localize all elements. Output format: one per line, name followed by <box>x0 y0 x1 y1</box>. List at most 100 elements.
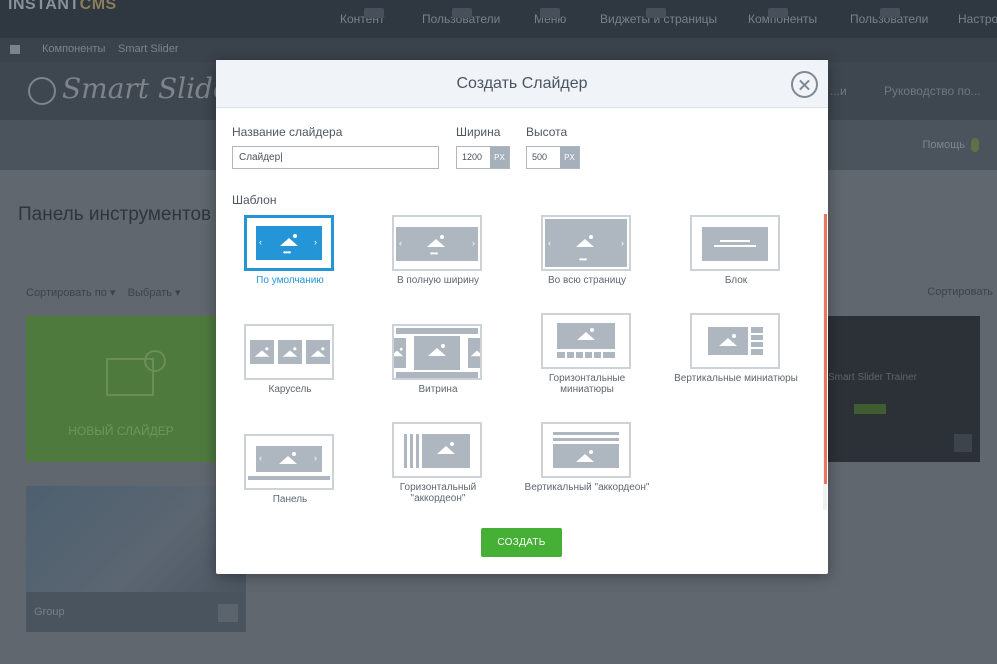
image-icon <box>280 234 298 246</box>
users-icon <box>452 8 472 18</box>
template-thumb-full-width: ‹ › •••• <box>392 215 482 271</box>
home-icon[interactable] <box>10 45 20 54</box>
slider-name-input[interactable]: Слайдер| <box>232 146 439 169</box>
plus-icon <box>144 350 166 372</box>
template-vertical-thumbnails[interactable]: Вертикальные миниатюры <box>674 313 798 403</box>
template-thumb-horizontal-thumbnails <box>541 313 631 369</box>
height-field[interactable]: 500 PX <box>526 146 580 169</box>
dialog-header: Создать Слайдер <box>216 60 828 108</box>
slider-card-menu[interactable] <box>954 434 972 452</box>
template-horizontal-thumbnails[interactable]: Горизонтальные миниатюры <box>539 313 639 403</box>
menu-icon <box>540 8 560 18</box>
image-icon <box>279 452 297 464</box>
template-thumb-full-page: ‹ › •••• <box>541 215 631 271</box>
close-icon[interactable] <box>791 71 818 98</box>
template-default[interactable]: ‹ › •••• По умолчанию <box>242 215 342 305</box>
arrow-left-icon: ‹ <box>548 238 551 248</box>
image-icon <box>576 450 594 462</box>
image-icon <box>254 347 270 357</box>
template-label-showcase: Витрина <box>418 384 458 395</box>
arrow-right-icon: › <box>472 238 475 248</box>
topnav-components[interactable]: Компоненты <box>748 8 817 26</box>
ss-nav-item[interactable]: Руководство по... <box>884 84 981 98</box>
arrow-left-icon: ‹ <box>259 237 262 247</box>
image-icon <box>577 328 595 340</box>
template-label-panel: Панель <box>272 494 308 505</box>
template-label-full-width: В полную ширину <box>396 275 480 286</box>
topnav-users-2[interactable]: Пользователи <box>850 8 928 26</box>
image-icon <box>437 442 455 454</box>
template-block[interactable]: Блок <box>688 215 788 305</box>
breadcrumb-item[interactable]: Компоненты <box>42 43 105 55</box>
components-icon <box>768 8 788 18</box>
topnav-settings[interactable]: Настройки <box>958 12 997 26</box>
user-icon <box>880 8 900 18</box>
scrollbar-thumb[interactable] <box>824 214 827 484</box>
ss-nav-item[interactable]: ...и <box>830 84 847 98</box>
page-title: Панель инструментов <box>18 204 212 225</box>
arrow-left-icon: ‹ <box>399 238 402 248</box>
help-link[interactable]: Помощь <box>923 138 979 152</box>
brain-logo-icon <box>28 76 56 105</box>
height-value: 500 <box>532 152 548 162</box>
slider-card-title: Smart Slider Trainer <box>828 372 917 383</box>
breadcrumb: Компоненты Smart Slider <box>0 38 997 62</box>
template-label-full-page: Во всю страницу <box>547 275 627 286</box>
image-icon <box>427 235 445 247</box>
template-thumb-panel: ‹ › <box>244 434 334 490</box>
width-label: Ширина <box>456 125 501 139</box>
template-vertical-accordion[interactable]: Вертикальный "аккордеон" <box>525 422 649 512</box>
app-topbar: INSTANTCMS Контент Пользователи Меню Вид… <box>0 0 997 38</box>
template-horizontal-accordion[interactable]: Горизонтальный "аккордеон" <box>390 422 490 512</box>
height-unit: PX <box>560 147 579 168</box>
template-carousel[interactable]: Карусель <box>242 324 342 414</box>
image-icon <box>282 347 298 357</box>
template-thumb-default: ‹ › •••• <box>244 215 334 271</box>
template-label-vertical-thumbnails: Вертикальные миниатюры <box>674 373 798 384</box>
template-thumb-block <box>690 215 780 271</box>
height-label: Высота <box>526 125 568 139</box>
slider-card[interactable]: Smart Slider Trainer <box>828 316 980 462</box>
template-thumb-horizontal-accordion <box>392 422 482 478</box>
template-label-horizontal-thumbnails: Горизонтальные миниатюры <box>548 373 626 395</box>
template-panel[interactable]: ‹ › Панель <box>242 434 342 524</box>
slider-name-label: Название слайдера <box>232 125 343 139</box>
group-card[interactable]: Group <box>26 486 246 632</box>
dots-icon: •••• <box>579 255 587 264</box>
dialog-title: Создать Слайдер <box>456 75 588 92</box>
template-label: Шаблон <box>232 193 277 207</box>
template-showcase[interactable]: Витрина <box>390 324 490 414</box>
template-label-default: По умолчанию <box>256 275 324 286</box>
group-card-menu[interactable] <box>218 604 238 622</box>
arrow-left-icon: ‹ <box>259 453 262 463</box>
width-field[interactable]: 1200 PX <box>456 146 510 169</box>
template-thumb-showcase <box>392 324 482 380</box>
image-icon <box>719 334 737 346</box>
sort-control[interactable]: Сортировать <box>927 286 993 298</box>
arrow-right-icon: › <box>314 453 317 463</box>
dots-icon: •••• <box>430 249 438 258</box>
new-slider-card[interactable]: НОВЫЙ СЛАЙДЕР <box>26 316 216 462</box>
topnav-widgets[interactable]: Виджеты и страницы <box>600 8 717 26</box>
arrow-right-icon: › <box>314 237 317 247</box>
topnav-menu[interactable]: Меню <box>534 8 566 26</box>
new-slider-label: НОВЫЙ СЛАЙДЕР <box>68 424 174 438</box>
width-unit: PX <box>490 147 509 168</box>
template-label-block: Блок <box>724 275 748 286</box>
app-logo[interactable]: INSTANTCMS <box>8 0 117 14</box>
width-value: 1200 <box>462 152 483 162</box>
template-thumb-carousel <box>244 324 334 380</box>
template-full-page[interactable]: ‹ › •••• Во всю страницу <box>539 215 639 305</box>
topnav-content[interactable]: Контент <box>340 8 384 26</box>
image-icon <box>576 235 594 247</box>
help-icon <box>971 138 979 152</box>
create-button[interactable]: СОЗДАТЬ <box>481 528 562 557</box>
widgets-icon <box>646 8 666 18</box>
group-thumbnail <box>26 486 246 592</box>
breadcrumb-item: Smart Slider <box>118 43 179 55</box>
template-full-width[interactable]: ‹ › •••• В полную ширину <box>390 215 490 305</box>
slider-card-button <box>854 404 886 414</box>
template-label-horizontal-accordion: Горизонтальный "аккордеон" <box>399 482 477 504</box>
filter-bar[interactable]: Сортировать по ▾ Выбрать ▾ <box>26 286 181 299</box>
topnav-users[interactable]: Пользователи <box>422 8 500 26</box>
